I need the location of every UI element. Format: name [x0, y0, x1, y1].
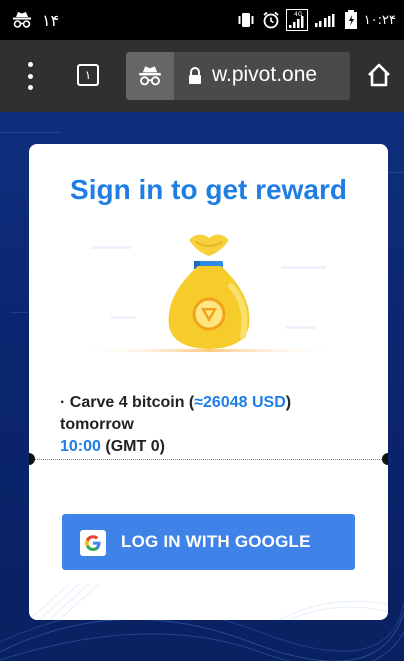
- lock-icon: [188, 67, 202, 90]
- home-icon[interactable]: [366, 62, 392, 93]
- money-bag-icon: [81, 234, 336, 352]
- status-time: ۱۰:۲۴: [363, 12, 396, 28]
- url-text: w.pivot.one: [212, 63, 318, 86]
- reward-time: 10:00: [60, 438, 101, 455]
- reward-description: · Carve 4 bitcoin (≈26048 USD) tomorrow …: [60, 392, 370, 458]
- ticket-notch-right: [382, 453, 388, 465]
- alarm-icon: [262, 11, 280, 29]
- status-bar: ۱۴ 4G ۱۰:۲۴: [0, 0, 404, 40]
- card-title: Sign in to get reward: [70, 174, 347, 205]
- ticket-notch-left: [29, 453, 35, 465]
- menu-icon[interactable]: [22, 62, 38, 90]
- ticket-divider: [29, 459, 388, 460]
- browser-toolbar: ۱ w.pivot.one: [0, 40, 404, 112]
- google-logo-icon: [80, 530, 106, 556]
- reward-line-2: tomorrow: [60, 416, 134, 433]
- url-bar[interactable]: w.pivot.one: [126, 52, 350, 100]
- reward-timezone: (GMT 0): [100, 438, 165, 455]
- incognito-icon: [12, 11, 32, 29]
- signal-4g-icon: 4G: [285, 9, 308, 31]
- google-login-button[interactable]: LOG IN WITH GOOGLE: [62, 514, 355, 570]
- usd-value: ≈26048 USD: [194, 394, 286, 411]
- reward-line-1-prefix: · Carve 4 bitcoin (: [60, 394, 195, 411]
- tabs-icon[interactable]: ۱: [77, 64, 99, 86]
- signal-icon: [314, 12, 338, 28]
- google-login-label: LOG IN WITH GOOGLE: [121, 532, 311, 551]
- vibrate-icon: [236, 12, 256, 28]
- reward-line-1: · Carve 4 bitcoin (≈26048 USD): [60, 392, 370, 414]
- reward-card: Sign in to get reward · Carve 4 bitcoin …: [29, 144, 388, 620]
- card-bottom-pattern: [29, 584, 388, 620]
- reward-line-3: 10:00 (GMT 0): [60, 436, 370, 458]
- tab-count: ۱: [84, 68, 92, 82]
- reward-line-1-suffix: ): [285, 394, 292, 411]
- battery-icon: [344, 10, 358, 30]
- status-left-text: ۱۴: [42, 10, 60, 30]
- incognito-icon: [126, 52, 174, 100]
